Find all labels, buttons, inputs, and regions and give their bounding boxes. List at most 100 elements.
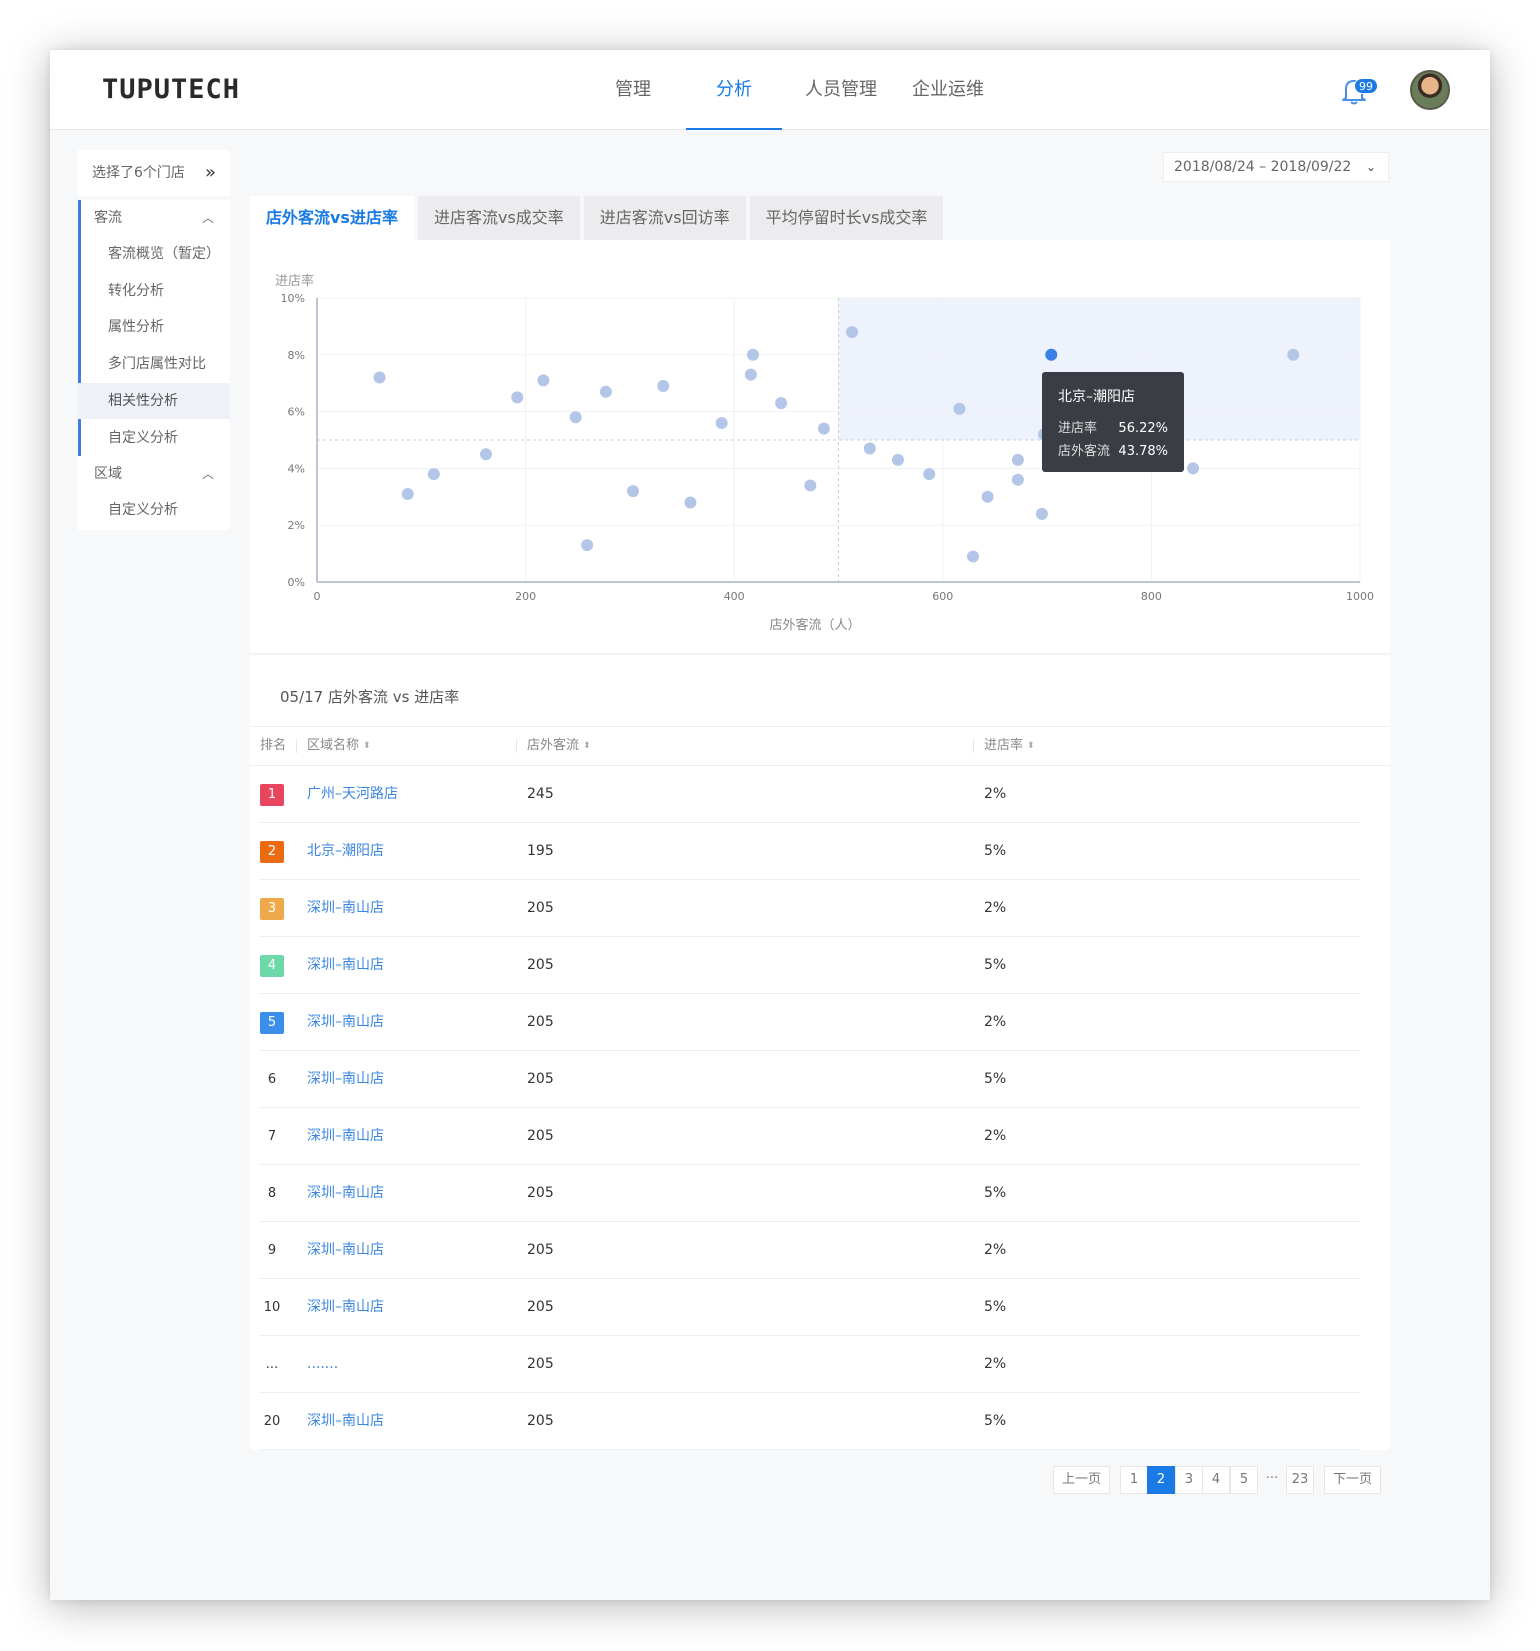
rank-badge: 2: [260, 841, 284, 863]
avatar[interactable]: [1410, 70, 1450, 110]
tab-outside-vs-entry[interactable]: 店外客流vs进店率: [250, 196, 414, 240]
x-tick-label: 800: [1141, 590, 1162, 603]
x-tick-label: 600: [932, 590, 953, 603]
traffic-cell: 205: [527, 1185, 554, 1201]
data-point: [401, 487, 414, 500]
double-chevron-right-icon: »: [204, 162, 216, 183]
data-point: [581, 539, 594, 552]
nav-analysis[interactable]: 分析: [686, 50, 782, 130]
store-name-link[interactable]: 深圳–南山店: [307, 1051, 384, 1107]
tab-entry-vs-revisit[interactable]: 进店客流vs回访率: [583, 196, 746, 240]
page-button[interactable]: 3: [1175, 1466, 1203, 1494]
rate-cell: 2%: [984, 900, 1007, 916]
store-name-link[interactable]: .......: [307, 1336, 338, 1392]
sidebar-item-attributes[interactable]: 属性分析: [78, 309, 230, 345]
rank-badge: ...: [265, 1357, 279, 1372]
data-point: [479, 448, 492, 461]
scatter-chart: 0 200 400 600 800 1000 0% 2% 4% 6% 8% 10% 进店率 店外客流（…: [275, 273, 1374, 633]
store-name-link[interactable]: 北京–潮阳店: [307, 823, 384, 879]
nav-staff[interactable]: 人员管理: [782, 50, 900, 130]
rate-cell: 5%: [984, 1413, 1007, 1429]
store-name-link[interactable]: 深圳–南山店: [307, 994, 384, 1050]
rate-cell: 5%: [984, 1185, 1007, 1201]
data-point: [746, 348, 759, 361]
rank-badge: 6: [267, 1072, 277, 1087]
data-point: [657, 380, 670, 393]
page-button[interactable]: 4: [1202, 1466, 1230, 1494]
y-tick-label: 0%: [288, 576, 305, 589]
chart-tabs: 店外客流vs进店率 进店客流vs成交率 进店客流vs回访率 平均停留时长vs成交…: [250, 196, 947, 240]
page-button[interactable]: 1: [1120, 1466, 1148, 1494]
header-separator: [516, 739, 517, 753]
store-name-link[interactable]: 深圳–南山店: [307, 937, 384, 993]
notification-badge: 99: [1354, 78, 1378, 94]
page-button[interactable]: 23: [1286, 1466, 1314, 1494]
nav-manage[interactable]: 管理: [580, 50, 686, 130]
nav-ops[interactable]: 企业运维: [900, 50, 996, 130]
traffic-cell: 205: [527, 1356, 554, 1372]
table-row: 3 深圳–南山店 205 2%: [250, 880, 1390, 937]
header-separator: [296, 739, 297, 753]
header-rate[interactable]: 进店率 ⬍: [984, 727, 1035, 765]
rate-cell: 2%: [984, 1356, 1007, 1372]
sidebar-item-overview[interactable]: 客流概览（暂定）: [78, 236, 230, 272]
tooltip-label: 进店率: [1058, 421, 1098, 436]
tab-entry-vs-deal[interactable]: 进店客流vs成交率: [417, 196, 580, 240]
data-point: [373, 371, 386, 384]
y-tick-label: 4%: [288, 462, 305, 475]
x-tick-label: 200: [515, 590, 536, 603]
traffic-cell: 245: [527, 786, 554, 802]
tooltip-row: 店外客流 43.78%: [1058, 440, 1168, 463]
chevron-up-icon: ︿: [201, 211, 214, 225]
sidebar-item-region-custom[interactable]: 自定义分析: [78, 492, 230, 528]
sidebar-item-correlation[interactable]: 相关性分析: [78, 383, 230, 419]
data-point: [1287, 348, 1300, 361]
data-point: [804, 479, 817, 492]
data-point: [775, 397, 788, 410]
store-name-link[interactable]: 深圳–南山店: [307, 1279, 384, 1335]
traffic-cell: 205: [527, 957, 554, 973]
next-page-button[interactable]: 下一页: [1324, 1466, 1381, 1494]
data-point: [715, 416, 728, 429]
sort-icon: ⬍: [583, 741, 591, 751]
tooltip-value: 43.78%: [1118, 444, 1168, 459]
top-bar: TUPUTECH 管理 分析 人员管理 企业运维 99: [50, 50, 1490, 130]
data-point: [1011, 453, 1024, 466]
data-point: [863, 442, 876, 455]
store-name-link[interactable]: 广州–天河路店: [307, 766, 398, 822]
sidebar-item-conversion[interactable]: 转化分析: [78, 273, 230, 309]
x-tick-label: 1000: [1346, 590, 1374, 603]
header-traffic[interactable]: 店外客流 ⬍: [527, 727, 591, 765]
table-title: 05/17 店外客流 vs 进店率: [280, 688, 460, 706]
page-button[interactable]: 2: [1147, 1466, 1175, 1494]
prev-page-button[interactable]: 上一页: [1053, 1466, 1110, 1494]
menu-group-traffic[interactable]: 客流 ︿: [78, 200, 230, 236]
rate-cell: 2%: [984, 1128, 1007, 1144]
rate-cell: 5%: [984, 1299, 1007, 1315]
chart-tooltip: 北京–潮阳店 进店率 56.22% 店外客流 43.78%: [1042, 372, 1184, 472]
table-row: .......... 205 2%: [250, 1336, 1390, 1393]
traffic-cell: 205: [527, 1128, 554, 1144]
page-button[interactable]: 5: [1230, 1466, 1258, 1494]
tab-dwell-vs-deal[interactable]: 平均停留时长vs成交率: [749, 196, 944, 240]
rank-badge: 10: [263, 1300, 281, 1315]
store-select[interactable]: 选择了6个门店 »: [78, 150, 230, 196]
rank-badge: 7: [267, 1129, 277, 1144]
sidebar-item-multi-store[interactable]: 多门店属性对比: [78, 346, 230, 382]
x-tick-label: 400: [724, 590, 745, 603]
menu-group-region[interactable]: 区域 ︿: [78, 456, 230, 492]
store-name-link[interactable]: 深圳–南山店: [307, 1393, 384, 1449]
header-name[interactable]: 区域名称 ⬍: [307, 727, 371, 765]
store-name-link[interactable]: 深圳–南山店: [307, 1108, 384, 1164]
store-name-link[interactable]: 深圳–南山店: [307, 1222, 384, 1278]
data-point: [599, 385, 612, 398]
store-name-link[interactable]: 深圳–南山店: [307, 880, 384, 936]
store-name-link[interactable]: 深圳–南山店: [307, 1165, 384, 1221]
tooltip-row: 进店率 56.22%: [1058, 417, 1168, 440]
y-tick-label: 6%: [288, 406, 305, 419]
sidebar-item-custom[interactable]: 自定义分析: [78, 420, 230, 456]
traffic-cell: 205: [527, 1242, 554, 1258]
table-header: 排名 区域名称 ⬍ 店外客流 ⬍ 进店率 ⬍: [250, 726, 1390, 766]
date-range-picker[interactable]: 2018/08/24 – 2018/09/22 ⌄: [1163, 152, 1389, 182]
data-point: [569, 411, 582, 424]
